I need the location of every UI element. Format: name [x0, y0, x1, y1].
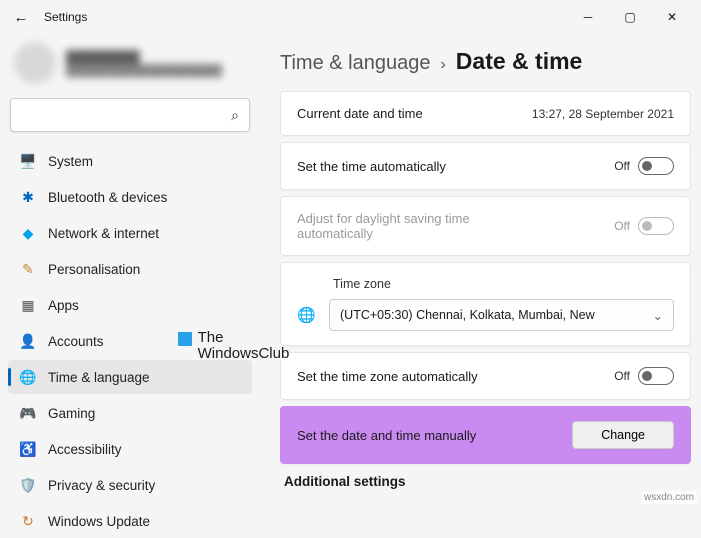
- auto-time-state: Off: [614, 159, 630, 173]
- close-button[interactable]: ✕: [651, 2, 693, 32]
- maximize-button[interactable]: ▢: [609, 2, 651, 32]
- sidebar-item-label: Time & language: [48, 370, 150, 385]
- sidebar-item-accounts[interactable]: 👤 Accounts: [8, 324, 252, 358]
- accounts-icon: 👤: [20, 333, 36, 349]
- breadcrumb: Time & language › Date & time: [280, 48, 691, 75]
- change-button[interactable]: Change: [572, 421, 674, 449]
- sidebar-item-label: Gaming: [48, 406, 95, 421]
- nav-list: 🖥️ System ✱ Bluetooth & devices ◆ Network & i…: [8, 144, 252, 538]
- card-timezone: Time zone 🌐 (UTC+05:30) Chennai, Kolkata…: [280, 262, 691, 346]
- additional-settings-header: Additional settings: [280, 474, 691, 489]
- search-input[interactable]: [21, 108, 231, 123]
- timezone-selected: (UTC+05:30) Chennai, Kolkata, Mumbai, Ne…: [340, 308, 595, 322]
- card-auto-timezone: Set the time zone automatically Off: [280, 352, 691, 400]
- globe-icon: 🌐: [297, 306, 317, 324]
- time-language-icon: 🌐: [20, 369, 36, 385]
- sidebar-item-label: Network & internet: [48, 226, 159, 241]
- profile-block[interactable]: ████████ ████████████████████: [8, 40, 252, 94]
- auto-time-toggle[interactable]: [638, 157, 674, 175]
- sidebar-item-apps[interactable]: ▦ Apps: [8, 288, 252, 322]
- sidebar-item-label: Accessibility: [48, 442, 122, 457]
- sidebar-item-label: Bluetooth & devices: [48, 190, 167, 205]
- chevron-down-icon: ⌄: [653, 308, 663, 323]
- card-auto-time: Set the time automatically Off: [280, 142, 691, 190]
- sidebar-item-bluetooth-devices[interactable]: ✱ Bluetooth & devices: [8, 180, 252, 214]
- sidebar-item-label: Windows Update: [48, 514, 150, 529]
- sidebar-item-time-language[interactable]: 🌐 Time & language: [8, 360, 252, 394]
- sidebar-item-gaming[interactable]: 🎮 Gaming: [8, 396, 252, 430]
- chevron-right-icon: ›: [440, 56, 445, 74]
- bluetooth-devices-icon: ✱: [20, 189, 36, 205]
- dst-label: Adjust for daylight saving time automati…: [297, 211, 527, 241]
- avatar: [14, 42, 56, 84]
- titlebar: ← Settings ─ ▢ ✕: [0, 0, 701, 34]
- timezone-title: Time zone: [333, 277, 674, 291]
- sidebar-item-system[interactable]: 🖥️ System: [8, 144, 252, 178]
- credit-text: wsxdn.com: [641, 491, 697, 504]
- window-title: Settings: [44, 10, 87, 24]
- breadcrumb-parent[interactable]: Time & language: [280, 52, 430, 75]
- gaming-icon: 🎮: [20, 405, 36, 421]
- search-icon: ⌕: [231, 107, 239, 124]
- network-internet-icon: ◆: [20, 225, 36, 241]
- profile-name: ████████: [66, 50, 222, 65]
- personalisation-icon: ✎: [20, 261, 36, 277]
- sidebar-item-privacy-security[interactable]: 🛡️ Privacy & security: [8, 468, 252, 502]
- current-datetime-value: 13:27, 28 September 2021: [532, 107, 674, 121]
- sidebar-item-label: Privacy & security: [48, 478, 155, 493]
- auto-timezone-label: Set the time zone automatically: [297, 369, 478, 384]
- current-datetime-label: Current date and time: [297, 106, 423, 121]
- sidebar-item-personalisation[interactable]: ✎ Personalisation: [8, 252, 252, 286]
- minimize-button[interactable]: ─: [567, 2, 609, 32]
- accessibility-icon: ♿: [20, 441, 36, 457]
- back-button[interactable]: ←: [8, 4, 34, 30]
- breadcrumb-current: Date & time: [456, 48, 583, 75]
- apps-icon: ▦: [20, 297, 36, 313]
- sidebar-item-accessibility[interactable]: ♿ Accessibility: [8, 432, 252, 466]
- card-manual-datetime: Set the date and time manually Change: [280, 406, 691, 464]
- timezone-select[interactable]: (UTC+05:30) Chennai, Kolkata, Mumbai, Ne…: [329, 299, 674, 331]
- auto-timezone-toggle[interactable]: [638, 367, 674, 385]
- sidebar-item-label: Accounts: [48, 334, 104, 349]
- dst-toggle: [638, 217, 674, 235]
- search-box[interactable]: ⌕: [10, 98, 250, 132]
- auto-timezone-state: Off: [614, 369, 630, 383]
- sidebar-item-network-internet[interactable]: ◆ Network & internet: [8, 216, 252, 250]
- sidebar-item-label: System: [48, 154, 93, 169]
- system-icon: 🖥️: [20, 153, 36, 169]
- sidebar-item-label: Personalisation: [48, 262, 140, 277]
- profile-email: ████████████████████: [66, 65, 222, 77]
- content: Time & language › Date & time Current da…: [260, 34, 701, 508]
- windows-update-icon: ↻: [20, 513, 36, 529]
- auto-time-label: Set the time automatically: [297, 159, 446, 174]
- card-current-datetime: Current date and time 13:27, 28 Septembe…: [280, 91, 691, 136]
- sidebar-item-windows-update[interactable]: ↻ Windows Update: [8, 504, 252, 538]
- privacy-security-icon: 🛡️: [20, 477, 36, 493]
- card-dst: Adjust for daylight saving time automati…: [280, 196, 691, 256]
- manual-datetime-label: Set the date and time manually: [297, 428, 476, 443]
- sidebar-item-label: Apps: [48, 298, 79, 313]
- dst-state: Off: [614, 219, 630, 233]
- sidebar: ████████ ████████████████████ ⌕ 🖥️ System…: [0, 34, 260, 508]
